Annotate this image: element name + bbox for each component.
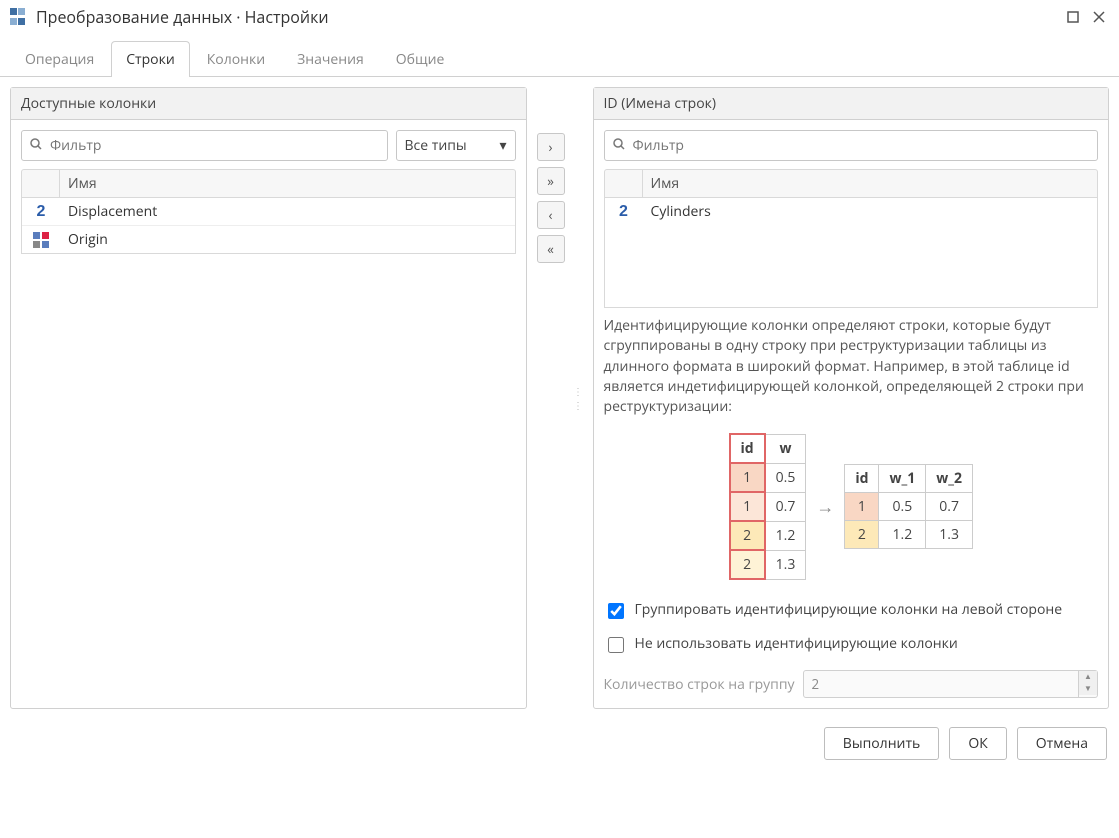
ok-button[interactable]: ОК [949, 727, 1006, 760]
type-filter-dropdown[interactable]: Все типы ▾ [396, 130, 516, 161]
dialog-footer: Выполнить ОК Отмена [0, 719, 1119, 772]
left-filter-input-wrap[interactable] [21, 130, 388, 161]
tab-general[interactable]: Общие [381, 41, 460, 77]
maximize-icon[interactable] [1063, 7, 1083, 27]
right-filter-input-wrap[interactable] [604, 130, 1099, 161]
row-name: Displacement [60, 198, 515, 225]
tab-operation[interactable]: Операция [10, 41, 109, 77]
rows-per-group-label: Количество строк на группу [604, 675, 795, 694]
cancel-button[interactable]: Отмена [1017, 727, 1107, 760]
close-icon[interactable] [1089, 7, 1109, 27]
rows-per-group-spinner[interactable]: ▲ ▼ [803, 670, 1098, 698]
group-left-label: Группировать идентифицирующие колонки на… [635, 600, 1099, 619]
move-right-button[interactable]: › [537, 133, 565, 161]
move-all-left-button[interactable]: « [537, 235, 565, 263]
no-id-label: Не использовать идентифицирующие колонки [635, 634, 1099, 653]
resize-handle[interactable]: ⋮⋮ [575, 87, 583, 709]
tab-columns[interactable]: Колонки [192, 41, 280, 77]
no-id-checkbox[interactable] [608, 637, 624, 653]
available-columns-header: Доступные колонки [11, 88, 526, 120]
left-filter-input[interactable] [48, 135, 379, 156]
id-columns-header: ID (Имена строк) [594, 88, 1109, 120]
number-icon: 2 [619, 203, 628, 221]
right-table-body: 2 Cylinders [604, 198, 1099, 308]
left-table-body: 2 Displacement Origin [21, 198, 516, 254]
id-columns-panel: ID (Имена строк) Имя 2 Cyli [593, 87, 1110, 709]
tab-rows[interactable]: Строки [111, 41, 190, 77]
id-description: Идентифицирующие колонки определяют стро… [604, 316, 1099, 417]
chevron-down-icon: ▾ [499, 136, 506, 155]
app-icon [10, 8, 28, 26]
window-title: Преобразование данных · Настройки [36, 6, 1057, 28]
category-icon [33, 232, 49, 248]
move-left-button[interactable]: ‹ [537, 201, 565, 229]
tab-values[interactable]: Значения [282, 41, 379, 77]
example-table-wide: idw_1w_2 10.50.7 21.21.3 [844, 464, 973, 549]
right-table-header: Имя [604, 169, 1099, 198]
left-col-name-header: Имя [60, 170, 515, 197]
example-diagram: idw 10.5 10.7 21.2 21.3 → idw_1w_2 10.50… [604, 433, 1099, 580]
row-name: Cylinders [643, 198, 1098, 225]
type-filter-label: Все типы [405, 136, 467, 155]
move-all-right-button[interactable]: » [537, 167, 565, 195]
run-button[interactable]: Выполнить [824, 727, 940, 760]
available-columns-panel: Доступные колонки Все типы ▾ Имя [10, 87, 527, 709]
spinner-up-icon[interactable]: ▲ [1079, 671, 1097, 683]
number-icon: 2 [37, 203, 46, 221]
search-icon [30, 136, 42, 155]
row-name: Origin [60, 226, 515, 253]
table-row[interactable]: 2 Displacement [22, 198, 515, 226]
tab-bar: Операция Строки Колонки Значения Общие [0, 40, 1119, 77]
titlebar: Преобразование данных · Настройки [0, 0, 1119, 34]
right-col-name-header: Имя [643, 170, 1098, 197]
rows-per-group-input[interactable] [804, 671, 1078, 697]
right-filter-input[interactable] [631, 135, 1090, 156]
table-row[interactable]: 2 Cylinders [605, 198, 1098, 225]
group-left-checkbox[interactable] [608, 603, 624, 619]
example-table-long: idw 10.5 10.7 21.2 21.3 [729, 433, 807, 580]
table-row[interactable]: Origin [22, 226, 515, 253]
search-icon [613, 136, 625, 155]
arrow-right-icon: → [816, 495, 834, 519]
mover-buttons: › » ‹ « [537, 87, 565, 709]
spinner-down-icon[interactable]: ▼ [1079, 683, 1097, 695]
left-table-header: Имя [21, 169, 516, 198]
